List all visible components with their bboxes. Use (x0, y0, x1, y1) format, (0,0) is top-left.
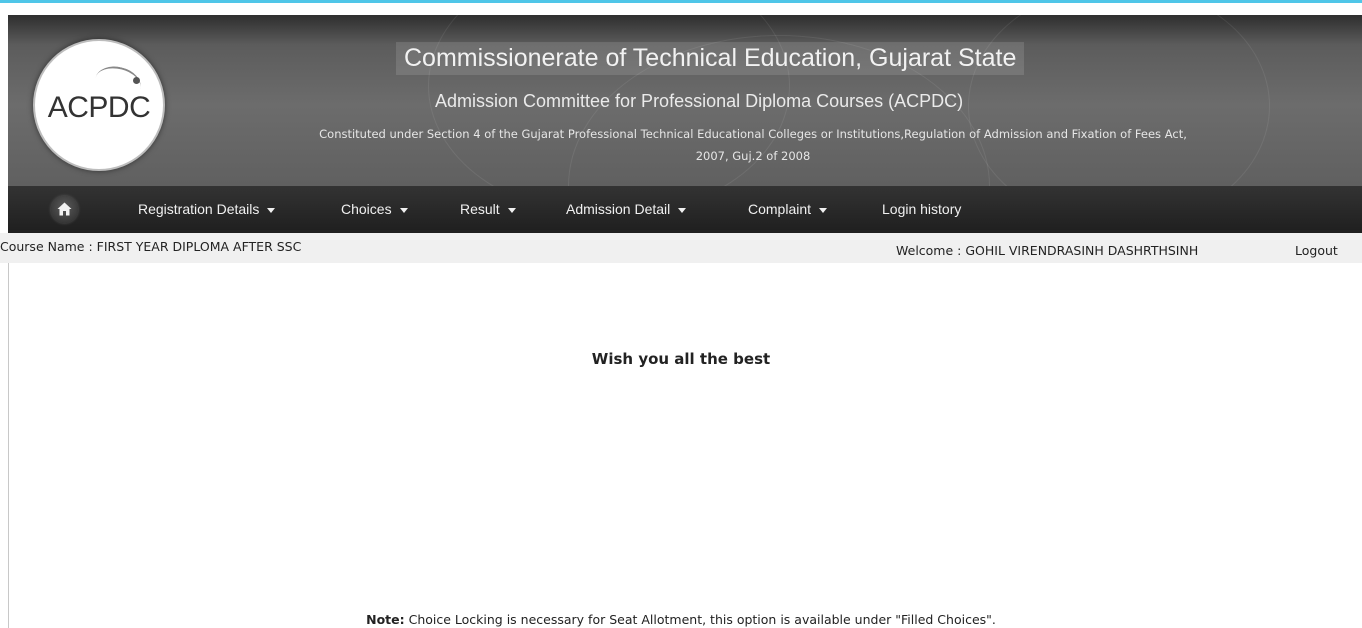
nav-label: Admission Detail (566, 201, 671, 217)
caret-down-icon (267, 207, 276, 213)
course-name: Course Name : FIRST YEAR DIPLOMA AFTER S… (0, 239, 302, 254)
content-left-border (8, 263, 9, 628)
nav-label: Choices (341, 201, 392, 217)
nav-label: Login history (882, 201, 962, 217)
top-accent-strip (0, 0, 1362, 3)
page: ACPDC Commissionerate of Technical Educa… (0, 0, 1362, 628)
nav-label: Registration Details (138, 201, 260, 217)
caret-down-icon (399, 207, 408, 213)
caret-down-icon (819, 207, 828, 213)
logout-link[interactable]: Logout (1295, 243, 1338, 258)
logo-dot-icon (133, 77, 140, 84)
page-title: Commissionerate of Technical Education, … (396, 42, 1025, 75)
greeting-message: Wish you all the best (591, 350, 771, 368)
main-navbar: Registration Details Choices Result Admi… (8, 186, 1362, 233)
constitution-line-1: Constituted under Section 4 of the Gujar… (319, 127, 1187, 141)
nav-choices[interactable]: Choices (341, 186, 408, 233)
nav-label: Complaint (748, 201, 812, 217)
welcome-message: Welcome : GOHIL VIRENDRASINH DASHRTHSINH (896, 243, 1199, 258)
page-subtitle: Admission Committee for Professional Dip… (435, 91, 964, 111)
nav-login-history[interactable]: Login history (882, 186, 961, 233)
nav-registration-details[interactable]: Registration Details (138, 186, 276, 233)
logo-text: ACPDC (47, 91, 151, 124)
caret-down-icon (507, 207, 516, 213)
nav-result[interactable]: Result (460, 186, 516, 233)
note-text: Choice Locking is necessary for Seat All… (404, 612, 996, 627)
user-info-bar: Course Name : FIRST YEAR DIPLOMA AFTER S… (0, 233, 1362, 263)
note-label: Note: (366, 612, 405, 627)
site-header: ACPDC Commissionerate of Technical Educa… (8, 15, 1362, 186)
constitution-note: Constituted under Section 4 of the Gujar… (198, 123, 1308, 167)
nav-admission-detail[interactable]: Admission Detail (566, 186, 687, 233)
home-icon (57, 202, 72, 216)
caret-down-icon (678, 207, 687, 213)
acpdc-logo[interactable]: ACPDC (33, 39, 165, 171)
constitution-line-2: 2007, Guj.2 of 2008 (695, 149, 811, 163)
nav-label: Result (460, 201, 500, 217)
nav-complaint[interactable]: Complaint (748, 186, 828, 233)
choice-locking-note: Note: Choice Locking is necessary for Se… (0, 612, 1362, 627)
home-button[interactable] (51, 196, 78, 223)
